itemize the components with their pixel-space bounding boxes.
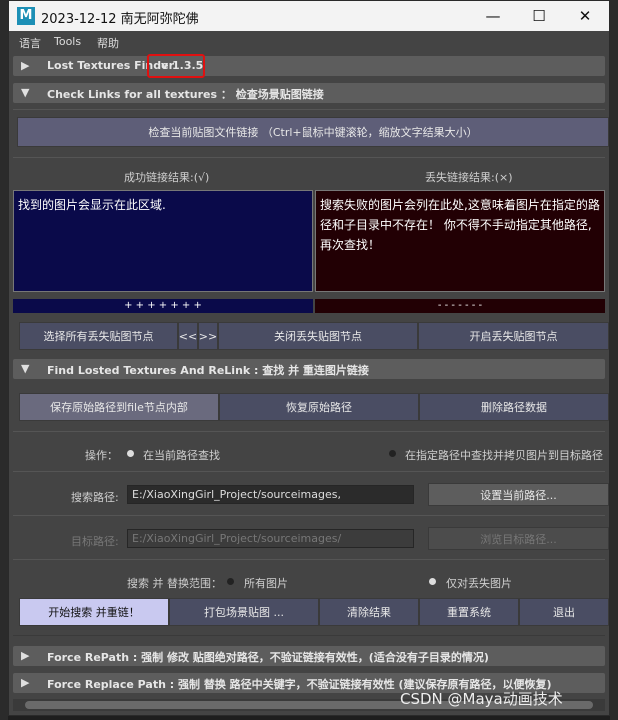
maximize-button[interactable]: ☐ [516, 1, 562, 31]
lost-results-area[interactable]: 搜索失败的图片会列在此处,这意味着图片在指定的路径和子目录中不存在！ 你不得不手… [315, 190, 605, 292]
maya-logo-icon: M [17, 7, 35, 25]
collapsed-arrow-icon: ▶ [21, 649, 30, 662]
frame-check-links[interactable]: ▼ Check Links for all textures ： 检查场景贴图链… [13, 83, 605, 103]
save-original-path-button[interactable]: 保存原始路径到file节点内部 [19, 393, 219, 421]
target-path-label: 目标路径: [71, 535, 119, 548]
left-background-strip [0, 0, 8, 720]
radio-lost-images[interactable] [429, 578, 436, 585]
menu-tools[interactable]: Tools [54, 35, 81, 48]
separator [13, 471, 605, 472]
select-all-lost-nodes-button[interactable]: 选择所有丢失贴图节点 [19, 322, 178, 350]
lost-results-label: 丢失链接结果:(×) [425, 171, 513, 184]
search-path-label: 搜索路径: [71, 491, 119, 504]
expanded-arrow-icon: ▼ [21, 362, 30, 375]
set-current-path-button[interactable]: 设置当前路径... [428, 483, 609, 506]
separator [13, 157, 605, 158]
separator [13, 635, 605, 636]
menu-language[interactable]: 语言 [19, 35, 41, 51]
next-button[interactable]: >> [198, 322, 218, 350]
menu-bar: 语言 Tools 帮助 [9, 31, 609, 53]
clear-results-button[interactable]: 清除结果 [319, 598, 419, 626]
target-path-input[interactable]: E:/XiaoXingGirl_Project/sourceimages/ [127, 529, 414, 548]
radio-lost-images-label: 仅对丢失图片 [446, 577, 512, 590]
success-count-bar: + + + + + + + [13, 299, 313, 313]
start-search-relink-button[interactable]: 开始搜索 并重链！ [19, 598, 169, 626]
lost-count-bar: - - - - - - - [315, 299, 605, 313]
delete-path-data-button[interactable]: 删除路径数据 [419, 393, 609, 421]
radio-all-images-label: 所有图片 [244, 577, 288, 590]
title-bar: M 2023-12-12 南无阿弥陀佛 — ☐ ✕ [9, 1, 609, 31]
right-background-strip [610, 0, 618, 720]
menu-help[interactable]: 帮助 [97, 35, 119, 51]
restore-original-path-button[interactable]: 恢复原始路径 [219, 393, 419, 421]
radio-specified-path-label: 在指定路径中查找并拷贝图片到目标路径 [405, 449, 603, 462]
exit-button[interactable]: 退出 [519, 598, 609, 626]
radio-current-path[interactable] [127, 450, 134, 457]
expanded-arrow-icon: ▼ [21, 86, 30, 99]
success-results-area[interactable]: 找到的图片会显示在此区域. [13, 190, 313, 292]
frame-label: Force RePath : 强制 修改 贴图绝对路径，不验证链接有效性，(适合… [47, 651, 489, 664]
frame-lost-textures-finder[interactable]: ▶ Lost Textures Finder v 1.3.5 [13, 56, 605, 76]
pack-scene-textures-button[interactable]: 打包场景贴图 ... [169, 598, 319, 626]
separator [13, 515, 605, 516]
watermark: CSDN @Maya动画技术 [400, 690, 563, 708]
search-scope-label: 搜索 并 替换范围： [127, 577, 222, 590]
check-links-button[interactable]: 检查当前贴图文件链接 （Ctrl+鼠标中键滚轮，缩放文字结果大小） [17, 117, 609, 147]
prev-button[interactable]: << [178, 322, 198, 350]
frame-find-losted-textures[interactable]: ▼ Find Losted Textures And ReLink : 查找 并… [13, 359, 605, 379]
minimize-button[interactable]: — [470, 1, 516, 31]
operation-label: 操作： [85, 449, 118, 462]
search-path-input[interactable]: E:/XiaoXingGirl_Project/sourceimages, [127, 485, 414, 504]
browse-target-path-button[interactable]: 浏览目标路径... [428, 527, 609, 550]
frame-label: Find Losted Textures And ReLink : 查找 并 重… [47, 364, 369, 377]
radio-specified-path[interactable] [389, 450, 396, 457]
open-lost-nodes-button[interactable]: 开启丢失贴图节点 [418, 322, 609, 350]
separator [13, 109, 605, 110]
frame-force-repath[interactable]: ▶ Force RePath : 强制 修改 贴图绝对路径，不验证链接有效性，(… [13, 646, 605, 666]
separator [13, 431, 605, 432]
radio-all-images[interactable] [227, 578, 234, 585]
radio-current-path-label: 在当前路径查找 [143, 449, 220, 462]
separator [13, 559, 605, 560]
collapsed-arrow-icon: ▶ [21, 676, 30, 689]
frame-label: Check Links for all textures ： 检查场景贴图链接 [47, 88, 324, 101]
tool-window: M 2023-12-12 南无阿弥陀佛 — ☐ ✕ 语言 Tools 帮助 ▶ … [8, 0, 610, 716]
close-lost-nodes-button[interactable]: 关闭丢失贴图节点 [218, 322, 418, 350]
collapsed-arrow-icon: ▶ [21, 59, 30, 72]
close-button[interactable]: ✕ [562, 1, 608, 31]
reset-system-button[interactable]: 重置系统 [419, 598, 519, 626]
window-title: 2023-12-12 南无阿弥陀佛 [41, 12, 199, 27]
success-results-label: 成功链接结果:(√) [124, 171, 210, 184]
version-highlight-box [147, 54, 205, 78]
